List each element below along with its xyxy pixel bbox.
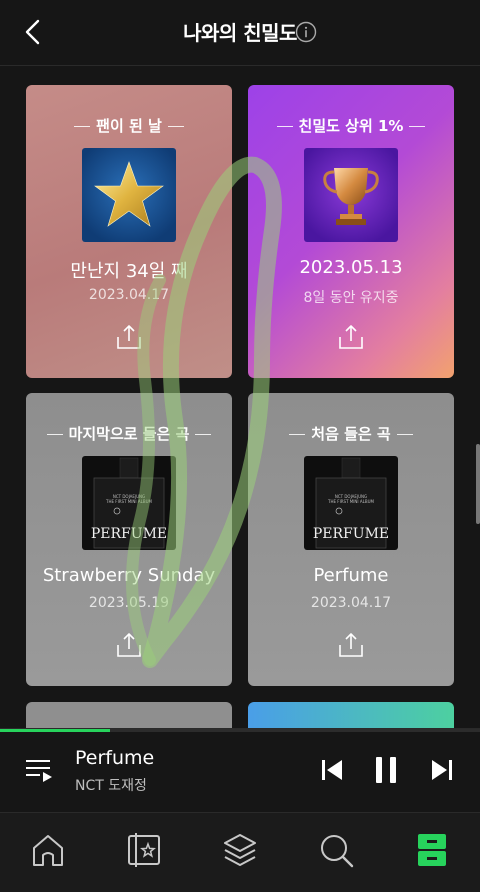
stack-icon[interactable] bbox=[220, 830, 260, 870]
album-cover-text: PERFUME bbox=[312, 526, 390, 542]
album-small-text: NCT DOJAEJUNG THE FIRST MINI ALBUM bbox=[328, 494, 374, 505]
page-title: 나와의 친밀도 bbox=[183, 21, 297, 45]
library-icon[interactable] bbox=[124, 830, 164, 870]
intimacy-card-grid: 팬이 된 날 만난지 34일 째 2023.04.17 친밀도 상위 1% 20… bbox=[0, 66, 480, 730]
previous-track-icon[interactable] bbox=[318, 755, 346, 785]
bottom-tab-bar bbox=[0, 812, 480, 892]
info-icon[interactable] bbox=[295, 21, 317, 43]
card-title: 처음 들은 곡 bbox=[248, 423, 454, 444]
card-date: 2023.04.17 bbox=[310, 595, 392, 611]
share-icon[interactable] bbox=[115, 323, 143, 351]
card-main-text: 2023.05.13 bbox=[299, 257, 403, 278]
album-cover-text: PERFUME bbox=[90, 526, 168, 542]
storage-icon[interactable] bbox=[412, 830, 452, 870]
card-main-text: Strawberry Sunday bbox=[42, 565, 216, 586]
album-cover: NCT DOJAEJUNG THE FIRST MINI ALBUM PERFU… bbox=[304, 456, 398, 550]
card-date: 2023.05.19 bbox=[88, 595, 170, 611]
share-icon[interactable] bbox=[337, 323, 365, 351]
card-partial-left[interactable] bbox=[26, 702, 232, 730]
album-small-text: NCT DOJAEJUNG THE FIRST MINI ALBUM bbox=[106, 494, 152, 505]
card-sub-text: 8일 동안 유지중 bbox=[303, 290, 399, 306]
star-icon bbox=[82, 148, 176, 242]
card-top-percent[interactable]: 친밀도 상위 1% 2023.05.13 8일 동안 유지중 bbox=[248, 85, 454, 378]
search-icon[interactable] bbox=[316, 830, 356, 870]
share-icon[interactable] bbox=[115, 631, 143, 659]
card-date: 2023.04.17 bbox=[88, 287, 170, 303]
card-main-text: Perfume bbox=[313, 565, 389, 586]
now-playing-artist[interactable]: NCT 도재정 bbox=[75, 775, 147, 795]
home-icon[interactable] bbox=[28, 830, 68, 870]
header: 나와의 친밀도 bbox=[0, 0, 480, 66]
card-title: 팬이 된 날 bbox=[26, 115, 232, 136]
mini-player[interactable]: Perfume NCT 도재정 bbox=[0, 728, 480, 812]
card-fan-day[interactable]: 팬이 된 날 만난지 34일 째 2023.04.17 bbox=[26, 85, 232, 378]
now-playing-title[interactable]: Perfume bbox=[75, 747, 154, 769]
share-icon[interactable] bbox=[337, 631, 365, 659]
card-title: 친밀도 상위 1% bbox=[248, 115, 454, 136]
card-main-text: 만난지 34일 째 bbox=[70, 261, 188, 282]
pause-icon[interactable] bbox=[372, 755, 400, 785]
card-last-played[interactable]: 마지막으로 들은 곡 NCT DOJAEJUNG THE FIRST MINI … bbox=[26, 393, 232, 686]
card-title: 마지막으로 들은 곡 bbox=[26, 423, 232, 444]
trophy-icon bbox=[304, 148, 398, 242]
playlist-icon[interactable] bbox=[24, 756, 54, 784]
progress-bar[interactable] bbox=[0, 729, 480, 732]
card-partial-right[interactable] bbox=[248, 702, 454, 730]
next-track-icon[interactable] bbox=[428, 755, 456, 785]
progress-fill bbox=[0, 729, 111, 732]
card-first-played[interactable]: 처음 들은 곡 NCT DOJAEJUNG THE FIRST MINI ALB… bbox=[248, 393, 454, 686]
album-cover: NCT DOJAEJUNG THE FIRST MINI ALBUM PERFU… bbox=[82, 456, 176, 550]
scrollbar-thumb[interactable] bbox=[476, 444, 480, 524]
